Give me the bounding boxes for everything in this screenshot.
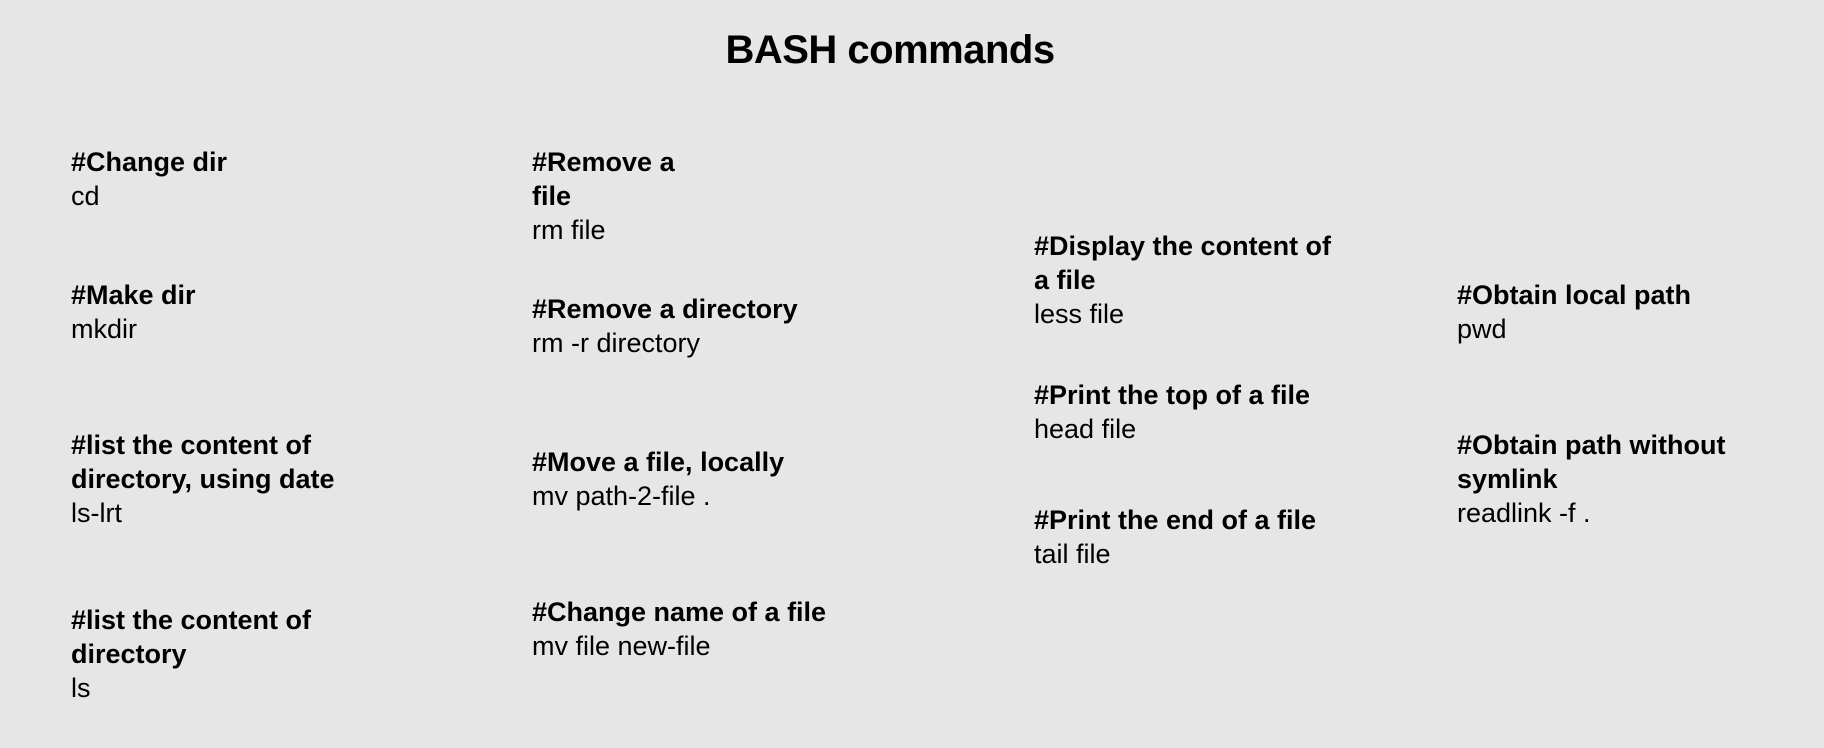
command-block-path-without-symlink: #Obtain path without symlink readlink -f…: [1457, 428, 1725, 530]
command-block-list-by-date: #list the content of directory, using da…: [71, 428, 335, 530]
command-block-remove-file: #Remove a file rm file: [532, 145, 675, 247]
command-block-local-path: #Obtain local path pwd: [1457, 278, 1691, 346]
command-text: cd: [71, 181, 100, 211]
command-heading-line-2: directory: [71, 639, 187, 669]
command-heading: #Obtain local path: [1457, 280, 1692, 310]
command-text: tail file: [1034, 539, 1111, 569]
command-heading: #Move a file, locally: [532, 447, 785, 477]
command-text: less file: [1034, 299, 1125, 329]
command-text: rm -r directory: [532, 328, 700, 358]
command-heading: #Print the top of a file: [1034, 380, 1311, 410]
command-heading-line-2: a file: [1034, 265, 1096, 295]
command-text: pwd: [1457, 314, 1507, 344]
command-text: mkdir: [71, 314, 137, 344]
command-heading-line-2: directory, using date: [71, 464, 335, 494]
command-heading-line-2: file: [532, 181, 572, 211]
command-block-print-top: #Print the top of a file head file: [1034, 378, 1310, 446]
command-heading: #Change name of a file: [532, 597, 827, 627]
command-text: mv file new-file: [532, 631, 711, 661]
command-heading: #Make dir: [71, 280, 196, 310]
command-block-remove-directory: #Remove a directory rm -r directory: [532, 292, 798, 360]
command-text: readlink -f .: [1457, 498, 1591, 528]
command-text: head file: [1034, 414, 1137, 444]
command-heading: #Change dir: [71, 147, 228, 177]
command-heading-line-1: #Display the content of: [1034, 231, 1332, 261]
command-heading: #Print the end of a file: [1034, 505, 1317, 535]
command-block-list: #list the content of directory ls: [71, 603, 311, 705]
command-heading-line-1: #Remove a: [532, 147, 675, 177]
command-block-make-dir: #Make dir mkdir: [71, 278, 196, 346]
command-block-rename-file: #Change name of a file mv file new-file: [532, 595, 826, 663]
command-text: ls-lrt: [71, 498, 122, 528]
command-heading-line-1: #Obtain path without: [1457, 430, 1726, 460]
command-block-change-dir: #Change dir cd: [71, 145, 227, 213]
page-title: BASH commands: [725, 28, 1055, 72]
command-text: rm file: [532, 215, 606, 245]
command-block-move-file: #Move a file, locally mv path-2-file .: [532, 445, 784, 513]
command-heading-line-1: #list the content of: [71, 605, 312, 635]
command-text: mv path-2-file .: [532, 481, 711, 511]
command-heading-line-2: symlink: [1457, 464, 1558, 494]
command-text: ls: [71, 673, 91, 703]
command-heading: #Remove a directory: [532, 294, 798, 324]
command-heading-line-1: #list the content of: [71, 430, 312, 460]
command-block-print-end: #Print the end of a file tail file: [1034, 503, 1316, 571]
command-block-display-content: #Display the content of a file less file: [1034, 229, 1331, 331]
